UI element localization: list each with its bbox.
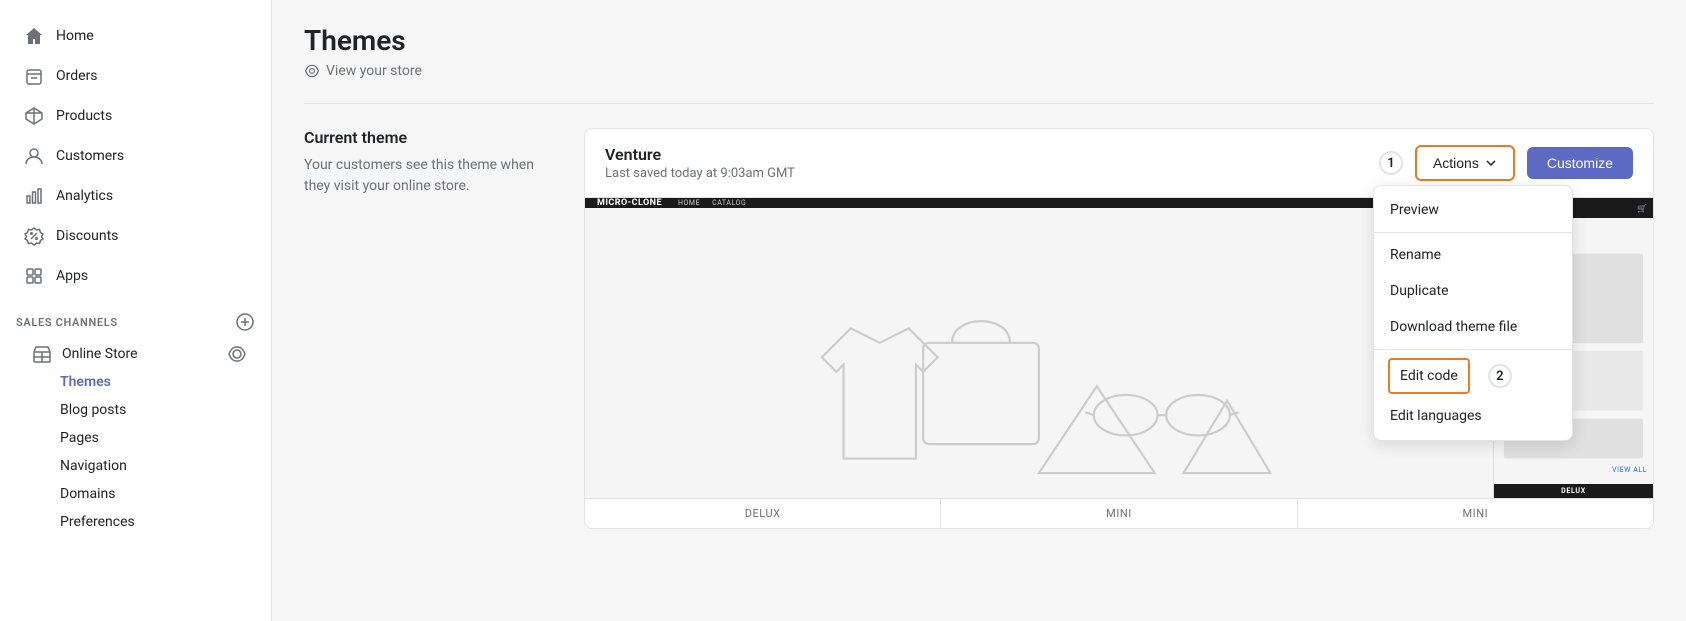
thumbnail-3: MINI	[1298, 499, 1653, 528]
thumbnail-1: DELUX	[585, 499, 941, 528]
discounts-icon	[24, 226, 44, 246]
sidebar: Home Orders Products Customers Analytics	[0, 0, 272, 621]
sidebar-sub-item-domains[interactable]: Domains	[8, 480, 263, 508]
theme-name: Venture	[605, 145, 795, 164]
sidebar-item-orders[interactable]: Orders	[8, 56, 263, 96]
dropdown-item-preview[interactable]: Preview	[1374, 192, 1572, 228]
current-theme-section: Current theme Your customers see this th…	[304, 128, 1654, 529]
online-store-item[interactable]: Online Store	[32, 344, 138, 364]
step2-badge: 2	[1488, 364, 1512, 388]
mock-theme-body: SLIDE View all products	[585, 208, 1493, 498]
mini-view-all: VIEW ALL	[1612, 466, 1647, 474]
chevron-down-icon	[1485, 157, 1497, 169]
current-theme-info: Current theme Your customers see this th…	[304, 128, 544, 529]
dropdown-divider-1	[1374, 232, 1572, 233]
sidebar-item-analytics[interactable]: Analytics	[8, 176, 263, 216]
theme-illustration	[653, 256, 1425, 498]
theme-saved-text: Last saved today at 9:03am GMT	[605, 166, 795, 181]
current-theme-label: Current theme	[304, 128, 544, 147]
products-icon	[24, 106, 44, 126]
section-divider	[304, 103, 1654, 104]
actions-button[interactable]: Actions	[1415, 145, 1515, 181]
dropdown-item-edit-languages[interactable]: Edit languages	[1374, 398, 1572, 434]
sales-channels-header: SALES CHANNELS	[0, 296, 271, 336]
dropdown-divider-2	[1374, 349, 1572, 350]
analytics-icon	[24, 186, 44, 206]
orders-icon	[24, 66, 44, 86]
sidebar-item-apps[interactable]: Apps	[8, 256, 263, 296]
theme-card: Venture Last saved today at 9:03am GMT 1…	[584, 128, 1654, 529]
add-channel-icon[interactable]	[235, 312, 255, 332]
mock-topbar: MICRO-CLONE HOME CATALOG	[585, 198, 1493, 208]
sidebar-item-products[interactable]: Products	[8, 96, 263, 136]
theme-actions-area: 1 Actions Customize Preview Rename Dupli…	[1379, 145, 1633, 181]
theme-thumbnails: DELUX MINI MINI	[585, 498, 1653, 528]
sidebar-item-home[interactable]: Home	[8, 16, 263, 56]
sidebar-sub-item-pages[interactable]: Pages	[8, 424, 263, 452]
dropdown-item-duplicate[interactable]: Duplicate	[1374, 273, 1572, 309]
view-store-icon[interactable]	[227, 344, 247, 364]
page-title: Themes	[304, 24, 1654, 57]
main-content: Themes View your store Current theme You…	[272, 0, 1686, 621]
dropdown-item-edit-code[interactable]: Edit code	[1388, 358, 1470, 394]
sidebar-sub-item-preferences[interactable]: Preferences	[8, 508, 263, 536]
sidebar-item-customers[interactable]: Customers	[8, 136, 263, 176]
actions-dropdown: Preview Rename Duplicate Download theme …	[1373, 185, 1573, 441]
sidebar-sub-item-blog-posts[interactable]: Blog posts	[8, 396, 263, 424]
online-store-row: Online Store	[8, 336, 263, 368]
sidebar-sub-item-themes[interactable]: Themes	[8, 368, 263, 396]
customers-icon	[24, 146, 44, 166]
thumbnail-2: MINI	[941, 499, 1297, 528]
dropdown-item-rename[interactable]: Rename	[1374, 237, 1572, 273]
theme-card-header: Venture Last saved today at 9:03am GMT 1…	[585, 129, 1653, 198]
step1-badge: 1	[1379, 151, 1403, 175]
view-store-link[interactable]: View your store	[304, 63, 1654, 79]
home-icon	[24, 26, 44, 46]
apps-icon	[24, 266, 44, 286]
theme-info: Venture Last saved today at 9:03am GMT	[605, 145, 795, 181]
current-theme-description: Your customers see this theme when they …	[304, 155, 544, 197]
mini-label-bar: DELUX	[1494, 484, 1653, 498]
store-icon	[32, 344, 52, 364]
theme-preview-main: MICRO-CLONE HOME CATALOG	[585, 198, 1493, 498]
sidebar-item-discounts[interactable]: Discounts	[8, 216, 263, 256]
customize-button[interactable]: Customize	[1527, 147, 1633, 179]
dropdown-item-download[interactable]: Download theme file	[1374, 309, 1572, 345]
sidebar-sub-item-navigation[interactable]: Navigation	[8, 452, 263, 480]
eye-icon	[304, 63, 320, 79]
